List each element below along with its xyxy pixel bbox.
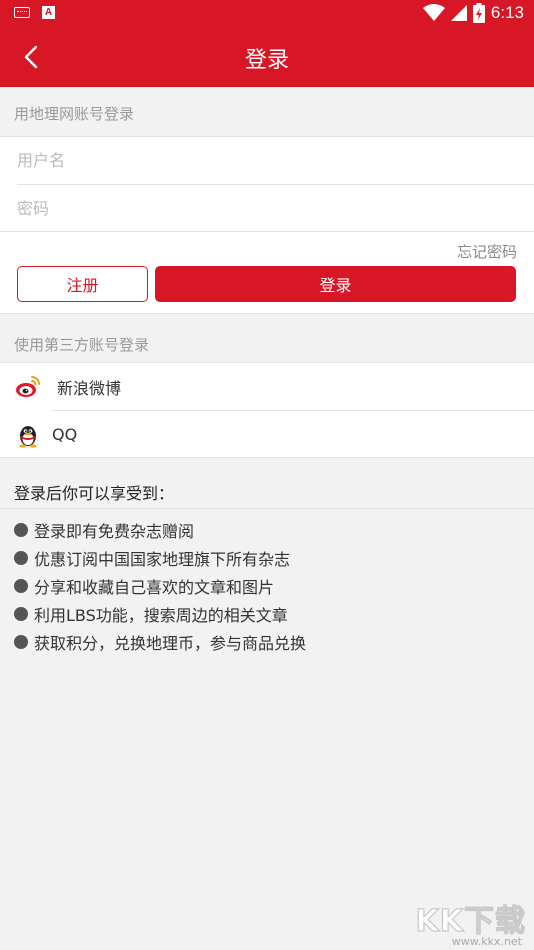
watermark-text: KK下载 [415, 903, 526, 939]
status-bar: A 6:13 [0, 0, 534, 28]
signal-icon [450, 5, 467, 21]
divider [0, 508, 534, 509]
list-item: 优惠订阅中国国家地理旗下所有杂志 [14, 544, 306, 572]
list-item: 分享和收藏自己喜欢的文章和图片 [14, 572, 306, 600]
list-item: 获取积分，兑换地理币，参与商品兑换 [14, 628, 306, 656]
benefits-list: 登录即有免费杂志赠阅 优惠订阅中国国家地理旗下所有杂志 分享和收藏自己喜欢的文章… [14, 516, 306, 656]
weibo-label: 新浪微博 [57, 378, 122, 398]
bullet-icon [14, 607, 28, 621]
list-item: 利用LBS功能，搜索周边的相关文章 [14, 600, 306, 628]
weibo-icon [16, 376, 40, 397]
battery-charging-icon [472, 3, 485, 23]
account-login-label: 用地理网账号登录 [14, 105, 135, 123]
clock: 6:13 [490, 3, 524, 22]
third-party-list: 新浪微博 QQ [0, 362, 534, 458]
qq-penguin-icon [19, 426, 37, 448]
bullet-icon [14, 635, 28, 649]
bullet-icon [14, 551, 28, 565]
watermark: KK下载 www.kkx.net [406, 896, 526, 948]
login-button[interactable]: 登录 [155, 266, 516, 302]
nav-bar: 登录 [0, 28, 534, 87]
third-party-label: 使用第三方账号登录 [14, 336, 150, 354]
page-title: 登录 [244, 48, 289, 73]
bullet-icon [14, 579, 28, 593]
qq-label: QQ [52, 425, 78, 444]
login-actions: 忘记密码 注册 登录 [0, 232, 534, 314]
qq-login-item[interactable]: QQ [0, 411, 534, 458]
wifi-icon [422, 4, 445, 21]
keyboard-icon [14, 7, 30, 18]
weibo-login-item[interactable]: 新浪微博 [0, 363, 534, 410]
benefits-title: 登录后你可以享受到： [14, 484, 175, 503]
password-input[interactable] [17, 185, 517, 232]
forgot-password-link[interactable]: 忘记密码 [457, 241, 517, 262]
register-button[interactable]: 注册 [17, 266, 148, 302]
bullet-icon [14, 523, 28, 537]
login-form [0, 136, 534, 232]
a-notification-icon: A [42, 6, 55, 19]
list-item: 登录即有免费杂志赠阅 [14, 516, 306, 544]
username-input[interactable] [17, 137, 517, 184]
watermark-url: www.kkx.net [451, 935, 522, 948]
